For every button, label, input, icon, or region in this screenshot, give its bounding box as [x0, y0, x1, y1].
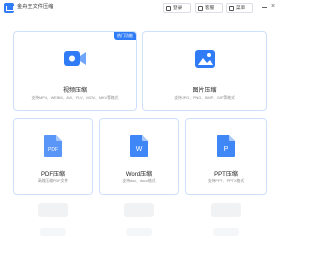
pdf-compress-desc: 高效压缩PDF文件 [37, 179, 69, 183]
faded-placeholder [40, 228, 66, 236]
service-label: 客服 [205, 5, 215, 10]
video-compress-label: 视频压缩 [62, 88, 87, 94]
hot-feature-badge: 热门功能 [114, 32, 136, 40]
image-icon [192, 46, 218, 72]
faded-placeholder [124, 203, 154, 217]
pdf-compress-label: PDF压缩 [40, 172, 65, 178]
ppt-compress-desc: 支持PPT、PPTX格式 [207, 179, 245, 183]
video-compress-card[interactable]: 热门功能 视频压缩 支持MP4、WEBM、AVI、FLV、MOV、MKV等格式 [13, 31, 137, 111]
pdf-icon-text: PDF [48, 147, 58, 153]
pdf-compress-card[interactable]: PDF PDF压缩 高效压缩PDF文件 [13, 118, 93, 195]
title-bar: 金舟王文件压缩 登录 客服 菜单 × [0, 0, 280, 22]
image-compress-card[interactable]: 图片压缩 支持JPG、PNG、BMP、GIF等格式 [142, 31, 267, 111]
menu-label: 菜单 [236, 5, 246, 10]
faded-placeholder [213, 228, 239, 236]
faded-placeholder [211, 203, 241, 217]
ppt-icon-text: P [224, 146, 229, 153]
video-compress-desc: 支持MP4、WEBM、AVI、FLV、MOV、MKV等格式 [31, 96, 119, 100]
faded-placeholder [126, 228, 152, 236]
close-button[interactable]: × [271, 3, 275, 11]
image-compress-label: 图片压缩 [192, 88, 217, 94]
image-compress-desc: 支持JPG、PNG、BMP、GIF等格式 [174, 96, 235, 100]
word-file-icon: W [127, 133, 151, 159]
faded-placeholder [38, 203, 68, 217]
word-compress-desc: 支持doc、docx格式 [122, 179, 156, 183]
headset-icon [198, 5, 203, 11]
word-compress-card[interactable]: W Word压缩 支持doc、docx格式 [99, 118, 179, 195]
menu-button[interactable]: 菜单 [226, 3, 253, 13]
word-icon-text: W [136, 146, 143, 153]
login-button[interactable]: 登录 [163, 3, 191, 13]
ppt-file-icon: P [214, 133, 238, 159]
app-title: 金舟王文件压缩 [17, 4, 54, 10]
ppt-compress-label: PPT压缩 [214, 172, 238, 178]
menu-icon [229, 5, 234, 11]
video-icon [62, 46, 88, 72]
pdf-file-icon: PDF [41, 133, 65, 159]
ppt-compress-card[interactable]: P PPT压缩 支持PPT、PPTX格式 [185, 118, 267, 195]
app-logo-icon [4, 3, 14, 13]
user-icon [166, 5, 171, 11]
minimize-button[interactable] [262, 7, 267, 8]
word-compress-label: Word压缩 [125, 172, 153, 178]
login-label: 登录 [173, 5, 183, 10]
customer-service-button[interactable]: 客服 [195, 3, 223, 13]
